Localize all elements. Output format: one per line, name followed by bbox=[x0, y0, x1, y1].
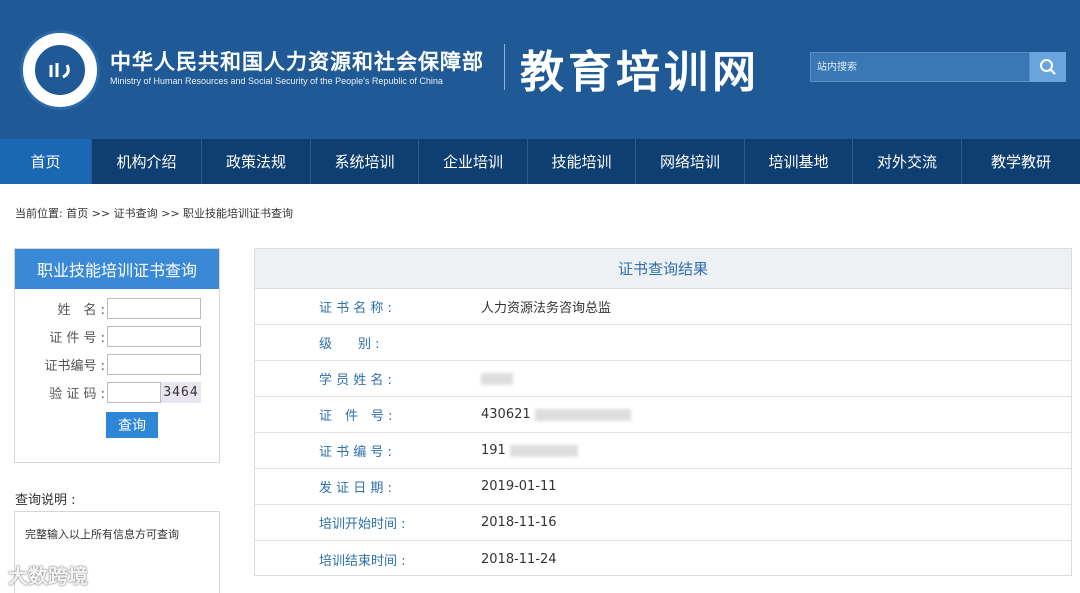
cert-number-field[interactable] bbox=[107, 353, 201, 375]
student-name-label: 学 员 姓 名 : bbox=[319, 373, 392, 388]
name-label: 姓 名 : bbox=[57, 302, 105, 318]
redacted-cert-number bbox=[509, 444, 578, 457]
training-end-value: 2018-11-24 bbox=[481, 551, 557, 567]
id-row: 证 件 号 : bbox=[15, 325, 221, 347]
table-row: 证 书 名 称 : 人力资源法务咨询总监 bbox=[255, 289, 1071, 325]
cert-number-label: 证 书 编 号 : bbox=[319, 445, 392, 460]
table-row: 发 证 日 期 : 2019-01-11 bbox=[255, 469, 1071, 505]
nav-item-training-base[interactable]: 培训基地 bbox=[745, 139, 853, 184]
cert-row: 证书编号 : bbox=[15, 353, 221, 375]
redacted-name bbox=[481, 372, 513, 385]
nav-item-system-training[interactable]: 系统培训 bbox=[311, 139, 419, 184]
student-name-value bbox=[481, 371, 513, 386]
level-label: 级 别 : bbox=[319, 337, 380, 352]
table-row: 培训开始时间 : 2018-11-16 bbox=[255, 505, 1071, 541]
table-row: 学 员 姓 名 : bbox=[255, 361, 1071, 397]
ministry-logo[interactable] bbox=[20, 30, 100, 110]
id-number-value: 430621 bbox=[481, 407, 631, 422]
nav-item-exchange[interactable]: 对外交流 bbox=[853, 139, 962, 184]
id-number-prefix: 430621 bbox=[481, 407, 531, 422]
query-note-title: 查询说明 : bbox=[15, 493, 76, 508]
site-header: 中华人民共和国人力资源和社会保障部 Ministry of Human Reso… bbox=[0, 0, 1080, 139]
cert-name-value: 人力资源法务咨询总监 bbox=[481, 301, 612, 316]
search-box bbox=[810, 52, 1030, 82]
id-number-label: 证 件 号 : bbox=[319, 409, 393, 424]
nav-item-online-training[interactable]: 网络培训 bbox=[636, 139, 745, 184]
table-row: 级 别 : bbox=[255, 325, 1071, 361]
name-row: 姓 名 : bbox=[15, 297, 221, 319]
captcha-row: 验 证 码 : 3464 bbox=[15, 381, 221, 403]
issue-date-value: 2019-01-11 bbox=[481, 479, 557, 494]
result-panel: 证书查询结果 证 书 名 称 : 人力资源法务咨询总监 级 别 : 学 员 姓 … bbox=[254, 248, 1072, 576]
search-icon bbox=[1040, 59, 1056, 75]
id-number-field[interactable] bbox=[107, 325, 201, 347]
nav-item-skill-training[interactable]: 技能培训 bbox=[528, 139, 636, 184]
id-label: 证 件 号 : bbox=[49, 330, 105, 346]
issue-date-label: 发 证 日 期 : bbox=[319, 481, 392, 496]
nav-item-home[interactable]: 首页 bbox=[0, 139, 92, 184]
main-nav: 首页 机构介绍 政策法规 系统培训 企业培训 技能培训 网络培训 培训基地 对外… bbox=[0, 139, 1080, 184]
captcha-field[interactable] bbox=[107, 381, 161, 403]
captcha-image[interactable]: 3464 bbox=[161, 381, 201, 403]
table-row: 证 件 号 : 430621 bbox=[255, 397, 1071, 433]
org-name-cn: 中华人民共和国人力资源和社会保障部 bbox=[110, 50, 484, 74]
org-name-en: Ministry of Human Resources and Social S… bbox=[110, 76, 443, 86]
table-row: 证 书 编 号 : 191 bbox=[255, 433, 1071, 469]
query-panel: 职业技能培训证书查询 姓 名 : 证 件 号 : 证书编号 : 验 证 码 : … bbox=[14, 248, 220, 463]
query-panel-title: 职业技能培训证书查询 bbox=[15, 249, 219, 289]
training-end-label: 培训结束时间 : bbox=[319, 553, 406, 569]
site-title: 教育培训网 bbox=[520, 47, 760, 98]
search-button[interactable] bbox=[1030, 52, 1066, 82]
search-input[interactable] bbox=[811, 53, 1029, 81]
query-note-text: 完整输入以上所有信息方可查询 bbox=[25, 528, 179, 541]
result-header: 证书查询结果 bbox=[255, 249, 1071, 289]
watermark: 大数跨境 bbox=[8, 564, 88, 588]
cert-name-label: 证 书 名 称 : bbox=[319, 301, 392, 316]
cert-label: 证书编号 : bbox=[44, 358, 105, 374]
name-field[interactable] bbox=[107, 297, 201, 319]
nav-item-about[interactable]: 机构介绍 bbox=[92, 139, 202, 184]
cert-number-prefix: 191 bbox=[481, 443, 506, 458]
query-button[interactable]: 查询 bbox=[106, 412, 158, 438]
ministry-emblem-icon bbox=[32, 42, 88, 98]
cert-number-value: 191 bbox=[481, 443, 578, 458]
emblem-glyph-icon bbox=[49, 63, 70, 79]
captcha-label: 验 证 码 : bbox=[49, 386, 105, 402]
nav-item-policy[interactable]: 政策法规 bbox=[202, 139, 311, 184]
training-start-value: 2018-11-16 bbox=[481, 515, 557, 530]
redacted-id bbox=[534, 408, 631, 421]
breadcrumb: 当前位置: 首页 >> 证书查询 >> 职业技能培训证书查询 bbox=[15, 207, 294, 220]
header-divider bbox=[504, 44, 505, 90]
training-start-label: 培训开始时间 : bbox=[319, 517, 406, 532]
nav-item-enterprise-training[interactable]: 企业培训 bbox=[419, 139, 528, 184]
nav-item-teaching-research[interactable]: 教学教研 bbox=[962, 139, 1080, 184]
table-row: 培训结束时间 : 2018-11-24 bbox=[255, 541, 1071, 577]
